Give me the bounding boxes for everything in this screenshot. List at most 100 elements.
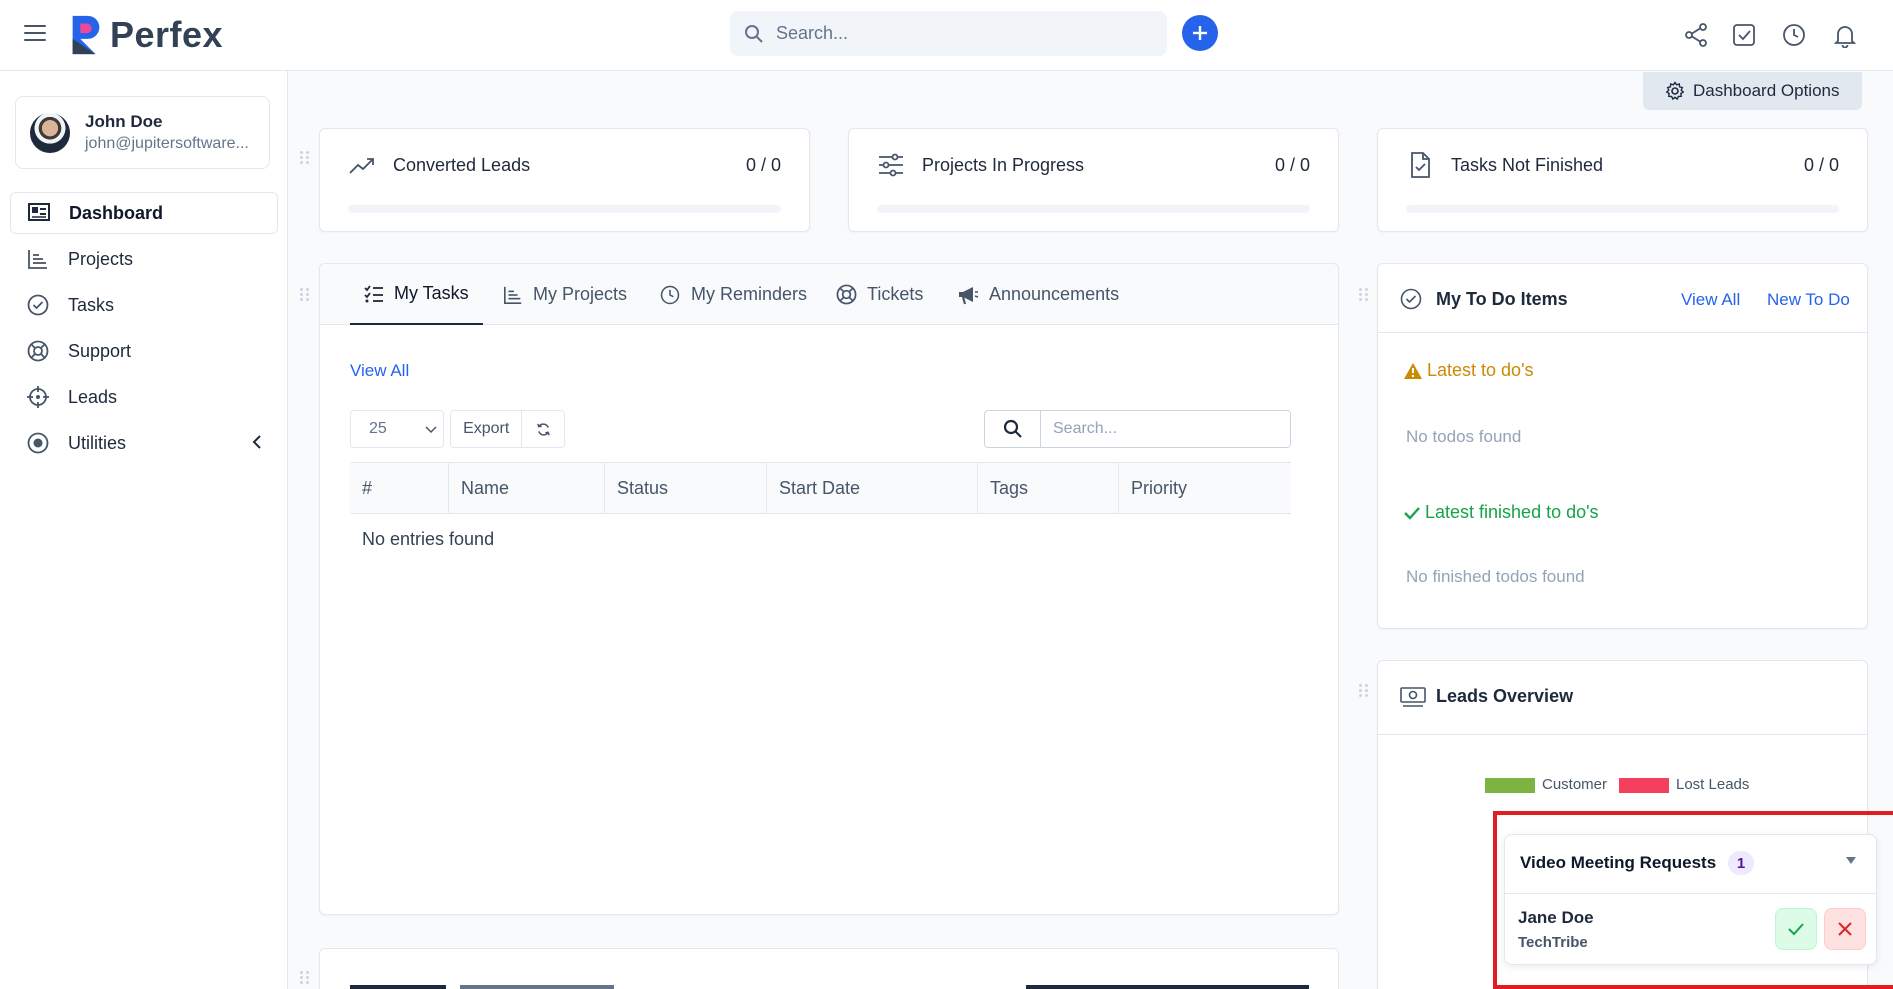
drag-handle-icon[interactable] [1359,684,1369,698]
tab-my-tasks[interactable]: My Tasks [350,264,483,325]
column-header[interactable]: Start Date [767,463,978,513]
sidebar-item-utilities[interactable]: Utilities [10,422,278,464]
no-finished-todos-text: No finished todos found [1406,567,1585,586]
lifebuoy-icon [27,340,49,362]
page-size-select[interactable]: 25 [350,410,444,448]
chart-tab-indicator [350,985,446,989]
sidebar-item-label: Dashboard [69,202,164,223]
todo-view-all-link[interactable]: View All [1681,290,1740,310]
export-button[interactable]: Export [451,411,523,447]
sidebar-item-leads[interactable]: Leads [10,376,278,418]
sliders-icon [879,153,903,177]
column-header[interactable]: Name [449,463,605,513]
stat-title: Converted Leads [393,155,531,175]
chevron-down-icon [425,426,437,434]
decline-request-button[interactable] [1824,908,1866,950]
chevron-left-icon[interactable] [252,434,262,450]
sidebar-item-label: Leads [68,386,118,407]
menu-toggle-icon[interactable] [24,25,46,43]
no-todos-text: No todos found [1406,427,1522,446]
legend-swatch-lost-leads[interactable] [1619,778,1669,793]
legend-swatch-customer[interactable] [1485,778,1535,793]
user-profile-card[interactable]: John Doe john@jupitersoftware... [15,96,270,169]
new-todo-link[interactable]: New To Do [1767,290,1850,310]
global-search[interactable] [730,11,1167,56]
dashboard-options-button[interactable]: Dashboard Options [1643,72,1862,110]
sidebar-item-dashboard[interactable]: Dashboard [10,192,278,234]
tab-label: My Reminders [691,284,808,304]
chart-bars-icon [28,250,47,269]
perfex-logo-icon [72,15,100,55]
trend-up-icon [349,158,374,174]
profile-name: John Doe [85,112,163,131]
clock-icon[interactable] [1781,22,1807,48]
refresh-button[interactable] [522,411,564,447]
bell-icon[interactable] [1832,22,1858,48]
plus-icon [1193,26,1207,40]
tab-my-reminders[interactable]: My Reminders [659,264,807,325]
dashboard-icon [28,203,50,221]
sidebar-item-label: Projects [68,248,134,269]
drag-handle-icon[interactable] [1359,288,1369,302]
stat-value: 0 / 0 [1274,155,1310,175]
global-search-input[interactable] [776,23,1136,44]
profile-email: john@jupitersoftware... [85,135,249,152]
table-search-input[interactable] [1041,411,1281,447]
top-header: Perfex [0,0,1893,71]
drag-handle-icon[interactable] [300,151,310,165]
column-header[interactable]: Tags [978,463,1119,513]
video-meeting-title[interactable]: Video Meeting Requests [1520,853,1716,873]
share-icon[interactable] [1683,22,1709,48]
tab-label: Announcements [989,284,1120,304]
leads-overview-header: Leads Overview [1378,661,1867,735]
dashboard-options-label: Dashboard Options [1693,81,1840,100]
stat-title: Projects In Progress [922,155,1085,175]
refresh-icon [536,422,550,436]
empty-table-text: No entries found [362,529,495,549]
list-check-icon [364,284,383,302]
tab-label: My Projects [533,284,628,304]
crosshair-icon [27,386,49,408]
accept-request-button[interactable] [1775,908,1817,950]
search-icon [1003,419,1022,438]
request-count-badge: 1 [1728,851,1754,875]
radio-dot-icon [27,432,49,454]
tasks-view-all-link[interactable]: View All [350,361,409,381]
legend-label[interactable]: Customer [1542,776,1607,793]
drag-handle-icon[interactable] [300,288,310,302]
sidebar-item-tasks[interactable]: Tasks [10,284,278,326]
avatar [30,112,70,153]
column-header[interactable]: # [350,463,449,513]
stat-card-converted-leads: Converted Leads 0 / 0 [319,128,810,232]
check-circle-icon [27,294,49,316]
leads-overview-title: Leads Overview [1436,686,1574,706]
sidebar-item-support[interactable]: Support [10,330,278,372]
todo-header: My To Do Items View All New To Do [1378,264,1867,333]
stat-title: Tasks Not Finished [1451,155,1604,175]
stat-value: 0 / 0 [1803,155,1839,175]
warning-icon [1404,362,1422,379]
requester-company: TechTribe [1518,934,1588,951]
column-header[interactable]: Priority [1119,463,1291,513]
tasks-tabs-card: My Tasks My Projects My Reminders Ticket… [319,263,1339,915]
table-header: # Name Status Start Date Tags Priority [350,462,1291,514]
logo-text: Perfex [110,14,224,55]
tab-my-projects[interactable]: My Projects [503,264,627,325]
drag-handle-icon[interactable] [300,971,310,985]
checkbox-icon[interactable] [1731,22,1757,48]
tab-announcements[interactable]: Announcements [957,264,1119,325]
sidebar-item-label: Utilities [68,432,127,453]
sidebar-item-projects[interactable]: Projects [10,238,278,280]
tab-bar: My Tasks My Projects My Reminders Ticket… [320,264,1338,325]
gear-icon [1665,81,1685,101]
table-search[interactable] [984,410,1291,448]
collapse-caret-icon[interactable] [1846,857,1856,864]
logo[interactable]: Perfex [70,14,223,56]
legend-label[interactable]: Lost Leads [1676,776,1749,793]
chart-bars-icon [504,286,522,304]
quick-create-button[interactable] [1182,15,1218,51]
tab-tickets[interactable]: Tickets [836,264,923,325]
tab-label: Tickets [867,284,924,304]
column-header[interactable]: Status [605,463,767,513]
file-check-icon [1411,152,1430,178]
